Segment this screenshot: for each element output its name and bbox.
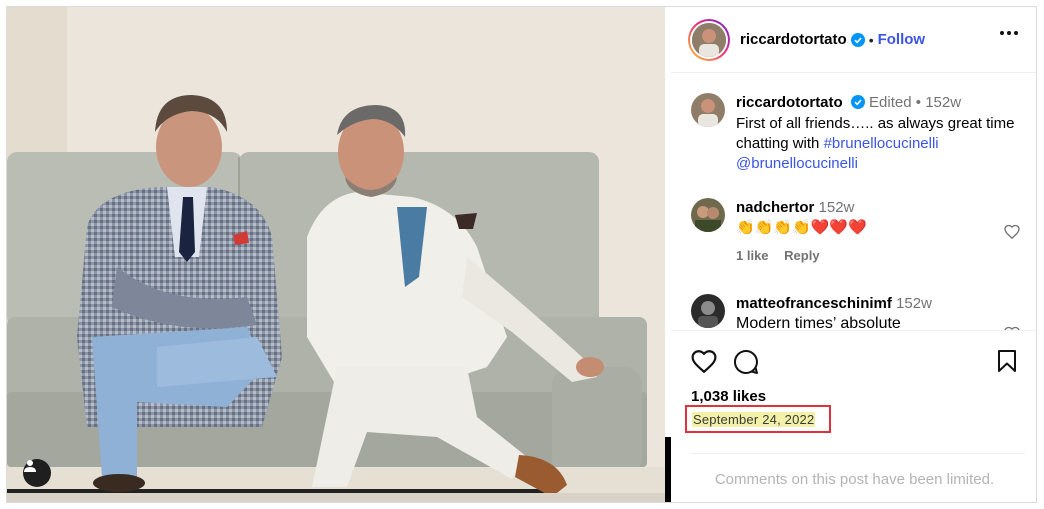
divider: [691, 453, 1025, 454]
author-username[interactable]: riccardotortato: [740, 31, 847, 48]
author-avatar: [692, 22, 726, 57]
post-header: riccardotortato • Follow: [671, 7, 1036, 73]
comment-text: Modern times’ absolute: [736, 315, 901, 330]
comments-limited-notice: Comments on this post have been limited.: [714, 471, 995, 488]
author-avatar-story-ring[interactable]: [688, 18, 730, 61]
comment-text: 👏👏👏👏❤️❤️❤️: [736, 219, 867, 236]
post-window: riccardotortato • Follow riccardotortato…: [6, 6, 1037, 503]
commenter-avatar[interactable]: [691, 198, 725, 232]
follow-button[interactable]: Follow: [878, 31, 926, 48]
comment-item: nadchertor 152w 👏👏👏👏❤️❤️❤️ 1 like Reply: [691, 198, 1016, 263]
caption-avatar[interactable]: [691, 93, 725, 127]
caption-username[interactable]: riccardotortato: [736, 94, 843, 111]
commenter-username[interactable]: matteofranceschinimf: [736, 295, 892, 312]
caption-edited-label: Edited: [869, 94, 912, 111]
comment-age[interactable]: 152w: [896, 295, 932, 312]
post-actions: 1,038 likes September 24, 2022 Comments …: [671, 330, 1036, 502]
caption: riccardotortato Edited • 152w First of a…: [691, 93, 1016, 174]
post-side-panel: riccardotortato • Follow riccardotortato…: [671, 7, 1036, 502]
caption-mention-link[interactable]: @brunellocucinelli: [736, 155, 858, 172]
comment-like-heart-icon[interactable]: [1004, 224, 1020, 239]
photo-illustration: [7, 7, 665, 502]
comments-list[interactable]: riccardotortato Edited • 152w First of a…: [671, 74, 1036, 330]
comment-icon[interactable]: [733, 349, 759, 375]
verified-badge-icon: [850, 32, 865, 47]
comment-item: matteofranceschinimf 152w Modern times’ …: [691, 294, 1016, 330]
comment-likes-count[interactable]: 1 like: [736, 248, 769, 263]
heart-icon[interactable]: [691, 349, 717, 373]
comment-age[interactable]: 152w: [819, 199, 855, 216]
header-separator: •: [868, 31, 874, 48]
caption-meta-separator: •: [915, 94, 922, 111]
likes-count[interactable]: 1,038 likes: [691, 388, 766, 405]
commenter-avatar[interactable]: [691, 294, 725, 328]
user-tag-button[interactable]: [23, 459, 51, 487]
post-photo[interactable]: [7, 7, 665, 502]
caption-age[interactable]: 152w: [925, 94, 961, 111]
commenter-username[interactable]: nadchertor: [736, 199, 814, 216]
verified-badge-icon: [850, 95, 865, 109]
comment-reply-button[interactable]: Reply: [784, 248, 819, 263]
post-date[interactable]: September 24, 2022: [692, 412, 816, 427]
caption-hashtag-link[interactable]: #brunellocucinelli: [824, 135, 939, 152]
bookmark-icon[interactable]: [997, 349, 1017, 373]
more-options-icon[interactable]: [1000, 31, 1018, 35]
user-tag-icon: [24, 460, 36, 472]
